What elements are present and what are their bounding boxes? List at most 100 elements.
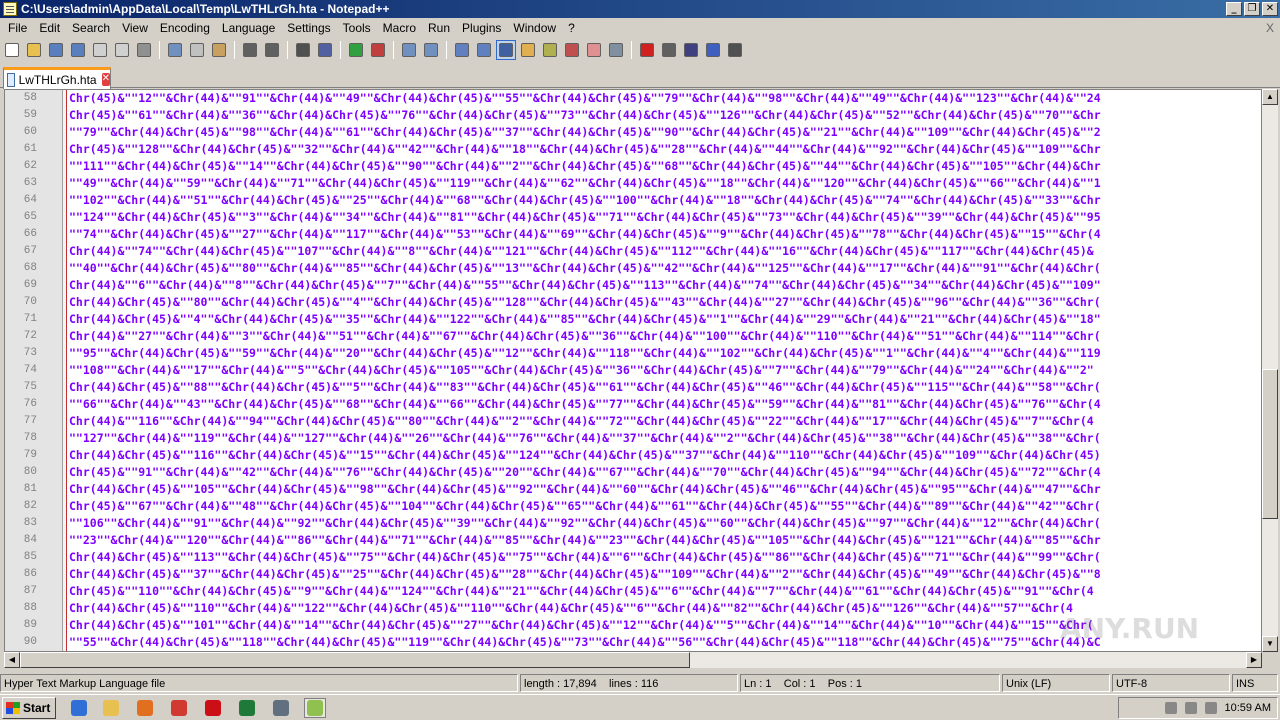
code-line[interactable]: 87 Chr(45)&""110""&Chr(44)&Chr(45)&""9""&…: [24, 583, 1261, 600]
code-line[interactable]: 71 Chr(44)&Chr(45)&""4""&Chr(44)&Chr(45)&…: [24, 311, 1261, 328]
save-macro-button[interactable]: [725, 40, 745, 60]
clock[interactable]: 10:59 AM: [1225, 702, 1271, 714]
start-button[interactable]: Start: [2, 697, 56, 719]
notepadpp-taskbar-button[interactable]: [304, 698, 326, 718]
all-chars-button[interactable]: [474, 40, 494, 60]
udl-button[interactable]: [518, 40, 538, 60]
code-line[interactable]: 69 Chr(44)&""6""&Chr(44)&""8""&Chr(44)&Ch…: [24, 277, 1261, 294]
open-file-button[interactable]: [24, 40, 44, 60]
sync-v-button[interactable]: [399, 40, 419, 60]
chrome-taskbar-button[interactable]: [168, 698, 190, 718]
cut-button[interactable]: [165, 40, 185, 60]
volume-icon[interactable]: [1164, 702, 1177, 714]
code-line[interactable]: 85 Chr(44)&Chr(45)&""113""&Chr(44)&Chr(45…: [24, 549, 1261, 566]
print-button[interactable]: [134, 40, 154, 60]
editor[interactable]: 58 Chr(45)&""12""&Chr(44)&""91""&Chr(44)&…: [4, 89, 1262, 652]
code-line[interactable]: 82 Chr(45)&""67""&Chr(44)&""48""&Chr(44)&…: [24, 498, 1261, 515]
monitoring-button[interactable]: [606, 40, 626, 60]
code-line[interactable]: 61 Chr(45)&""128""&Chr(44)&Chr(45)&""32""…: [24, 141, 1261, 158]
code-line[interactable]: 84 ""23""&Chr(44)&""120""&Chr(44)&""86""&…: [24, 532, 1261, 549]
code-line[interactable]: 81 Chr(44)&Chr(45)&""105""&Chr(44)&Chr(45…: [24, 481, 1261, 498]
close-button[interactable]: ✕: [1262, 2, 1278, 16]
zoom-in-button[interactable]: [346, 40, 366, 60]
horizontal-scroll-thumb[interactable]: [20, 652, 690, 668]
save-all-button[interactable]: [68, 40, 88, 60]
redo-button[interactable]: [262, 40, 282, 60]
menu-file[interactable]: File: [2, 18, 33, 38]
menu-window[interactable]: Window: [507, 18, 562, 38]
code-line[interactable]: 58 Chr(45)&""12""&Chr(44)&""91""&Chr(44)&…: [24, 90, 1261, 107]
zoom-out-button[interactable]: [368, 40, 388, 60]
scroll-right-icon[interactable]: ▶: [1246, 652, 1262, 668]
stop-macro-button[interactable]: [659, 40, 679, 60]
code-line[interactable]: 68 ""40""&Chr(44)&Chr(45)&""80""&Chr(44)&…: [24, 260, 1261, 277]
copy-button[interactable]: [187, 40, 207, 60]
close-button[interactable]: [90, 40, 110, 60]
close-all-button[interactable]: [112, 40, 132, 60]
menu-help[interactable]: ?: [562, 18, 581, 38]
play-multiple-button[interactable]: [703, 40, 723, 60]
horizontal-scrollbar[interactable]: ◀ ▶: [4, 652, 1262, 668]
code-line[interactable]: 75 Chr(44)&Chr(45)&""88""&Chr(44)&Chr(45)…: [24, 379, 1261, 396]
code-line[interactable]: 59 Chr(45)&""61""&Chr(44)&""36""&Chr(44)&…: [24, 107, 1261, 124]
folder-workspace-button[interactable]: [584, 40, 604, 60]
menu-search[interactable]: Search: [66, 18, 116, 38]
code-line[interactable]: 65 ""124""&Chr(44)&Chr(45)&""3""&Chr(44)&…: [24, 209, 1261, 226]
wrap-button[interactable]: [452, 40, 472, 60]
menu-edit[interactable]: Edit: [33, 18, 66, 38]
code-line[interactable]: 62 ""111""&Chr(44)&Chr(45)&""14""&Chr(44)…: [24, 158, 1261, 175]
menu-plugins[interactable]: Plugins: [456, 18, 507, 38]
code-line[interactable]: 70 Chr(44)&Chr(45)&""80""&Chr(44)&Chr(45)…: [24, 294, 1261, 311]
status-eol[interactable]: Unix (LF): [1002, 674, 1110, 692]
replace-button[interactable]: [315, 40, 335, 60]
vertical-scroll-thumb[interactable]: [1262, 369, 1278, 519]
code-line[interactable]: 76 ""66""&Chr(44)&""43""&Chr(44)&Chr(45)&…: [24, 396, 1261, 413]
code-line[interactable]: 74 ""108""&Chr(44)&""17""&Chr(44)&""5""&C…: [24, 362, 1261, 379]
code-line[interactable]: 64 ""102""&Chr(44)&""51""&Chr(44)&Chr(45)…: [24, 192, 1261, 209]
scroll-left-icon[interactable]: ◀: [4, 652, 20, 668]
flag-icon[interactable]: [1204, 702, 1217, 714]
tab-document[interactable]: LwTHLrGh.hta ✕: [3, 67, 111, 89]
function-list-button[interactable]: [562, 40, 582, 60]
menu-run[interactable]: Run: [422, 18, 456, 38]
menu-encoding[interactable]: Encoding: [154, 18, 216, 38]
tab-close-icon[interactable]: ✕: [101, 73, 110, 86]
code-line[interactable]: 79 Chr(44)&Chr(45)&""116""&Chr(44)&Chr(45…: [24, 447, 1261, 464]
paste-button[interactable]: [209, 40, 229, 60]
menu-settings[interactable]: Settings: [281, 18, 336, 38]
new-file-button[interactable]: [2, 40, 22, 60]
code-line[interactable]: 67 Chr(44)&""74""&Chr(44)&Chr(45)&""107""…: [24, 243, 1261, 260]
vertical-scrollbar[interactable]: ▲ ▼: [1262, 89, 1278, 652]
code-line[interactable]: 66 ""74""&Chr(44)&Chr(45)&""27""&Chr(44)&…: [24, 226, 1261, 243]
menu-language[interactable]: Language: [216, 18, 281, 38]
code-line[interactable]: 63 ""49""&Chr(44)&""59""&Chr(44)&""71""&C…: [24, 175, 1261, 192]
indent-guide-button[interactable]: [496, 40, 516, 60]
app-window-taskbar-button[interactable]: [270, 698, 292, 718]
code-line[interactable]: 73 ""95""&Chr(44)&Chr(45)&""59""&Chr(44)&…: [24, 345, 1261, 362]
code-line[interactable]: 60 ""79""&Chr(44)&Chr(45)&""98""&Chr(44)&…: [24, 124, 1261, 141]
scroll-up-icon[interactable]: ▲: [1262, 89, 1278, 105]
menu-macro[interactable]: Macro: [377, 18, 422, 38]
play-macro-button[interactable]: [681, 40, 701, 60]
media-player-taskbar-button[interactable]: [134, 698, 156, 718]
record-macro-button[interactable]: [637, 40, 657, 60]
close-document-icon[interactable]: X: [1266, 18, 1274, 38]
doc-map-button[interactable]: [540, 40, 560, 60]
opera-taskbar-button[interactable]: [202, 698, 224, 718]
menu-view[interactable]: View: [116, 18, 154, 38]
code-line[interactable]: 77 Chr(44)&""116""&Chr(44)&""94""&Chr(44)…: [24, 413, 1261, 430]
explorer-taskbar-button[interactable]: [100, 698, 122, 718]
status-encoding[interactable]: UTF-8: [1112, 674, 1230, 692]
sync-h-button[interactable]: [421, 40, 441, 60]
save-button[interactable]: [46, 40, 66, 60]
code-line[interactable]: 72 Chr(44)&""27""&Chr(44)&""3""&Chr(44)&"…: [24, 328, 1261, 345]
network-icon[interactable]: [1184, 702, 1197, 714]
code-area[interactable]: 58 Chr(45)&""12""&Chr(44)&""91""&Chr(44)&…: [24, 90, 1261, 651]
code-line[interactable]: 80 Chr(45)&""91""&Chr(44)&""42""&Chr(44)&…: [24, 464, 1261, 481]
code-line[interactable]: 86 Chr(44)&Chr(45)&""37""&Chr(44)&Chr(45)…: [24, 566, 1261, 583]
minimize-button[interactable]: _: [1226, 2, 1242, 16]
excel-taskbar-button[interactable]: [236, 698, 258, 718]
ie-taskbar-button[interactable]: [68, 698, 90, 718]
restore-button[interactable]: ❐: [1244, 2, 1260, 16]
undo-button[interactable]: [240, 40, 260, 60]
